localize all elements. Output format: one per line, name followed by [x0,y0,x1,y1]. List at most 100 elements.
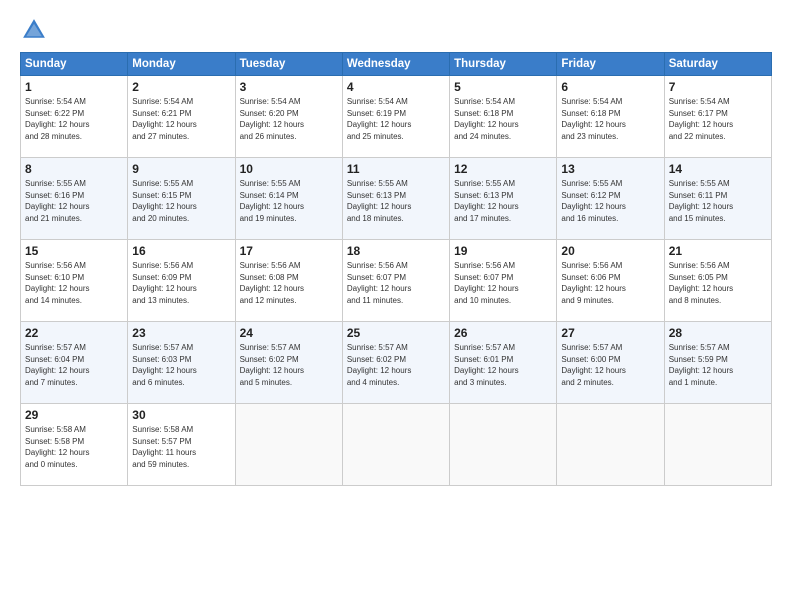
calendar-cell: 19 Sunrise: 5:56 AM Sunset: 6:07 PM Dayli… [450,240,557,322]
calendar-cell: 2 Sunrise: 5:54 AM Sunset: 6:21 PM Daylig… [128,76,235,158]
day-header-monday: Monday [128,53,235,76]
day-info: Sunrise: 5:57 AM Sunset: 6:01 PM Dayligh… [454,342,552,388]
day-number: 16 [132,244,230,258]
calendar-cell: 30 Sunrise: 5:58 AM Sunset: 5:57 PM Dayli… [128,404,235,486]
calendar-cell: 23Sunrise: 5:57 AM Sunset: 6:03 PM Dayli… [128,322,235,404]
day-info: Sunrise: 5:57 AM Sunset: 5:59 PM Dayligh… [669,342,767,388]
day-info: Sunrise: 5:54 AM Sunset: 6:18 PM Dayligh… [454,96,552,142]
calendar-cell: 9 Sunrise: 5:55 AM Sunset: 6:15 PM Daylig… [128,158,235,240]
day-info: Sunrise: 5:56 AM Sunset: 6:06 PM Dayligh… [561,260,659,306]
calendar-cell: 14 Sunrise: 5:55 AM Sunset: 6:11 PM Dayli… [664,158,771,240]
day-info: Sunrise: 5:54 AM Sunset: 6:20 PM Dayligh… [240,96,338,142]
calendar-cell [342,404,449,486]
day-number: 14 [669,162,767,176]
day-number: 22 [25,326,123,340]
calendar-cell: 20 Sunrise: 5:56 AM Sunset: 6:06 PM Dayli… [557,240,664,322]
day-header-friday: Friday [557,53,664,76]
day-number: 13 [561,162,659,176]
calendar-cell: 6 Sunrise: 5:54 AM Sunset: 6:18 PM Daylig… [557,76,664,158]
calendar-table: SundayMondayTuesdayWednesdayThursdayFrid… [20,52,772,486]
calendar-cell: 18 Sunrise: 5:56 AM Sunset: 6:07 PM Dayli… [342,240,449,322]
day-number: 25 [347,326,445,340]
calendar-cell: 4 Sunrise: 5:54 AM Sunset: 6:19 PM Daylig… [342,76,449,158]
day-number: 20 [561,244,659,258]
day-info: Sunrise: 5:55 AM Sunset: 6:15 PM Dayligh… [132,178,230,224]
day-number: 3 [240,80,338,94]
day-header-wednesday: Wednesday [342,53,449,76]
day-number: 19 [454,244,552,258]
calendar-cell: 5 Sunrise: 5:54 AM Sunset: 6:18 PM Daylig… [450,76,557,158]
week-row-4: 29 Sunrise: 5:58 AM Sunset: 5:58 PM Dayli… [21,404,772,486]
day-info: Sunrise: 5:56 AM Sunset: 6:05 PM Dayligh… [669,260,767,306]
day-info: Sunrise: 5:54 AM Sunset: 6:19 PM Dayligh… [347,96,445,142]
day-info: Sunrise: 5:56 AM Sunset: 6:08 PM Dayligh… [240,260,338,306]
calendar-cell: 16 Sunrise: 5:56 AM Sunset: 6:09 PM Dayli… [128,240,235,322]
logo-icon [20,16,48,44]
day-number: 15 [25,244,123,258]
day-info: Sunrise: 5:55 AM Sunset: 6:12 PM Dayligh… [561,178,659,224]
week-row-1: 8 Sunrise: 5:55 AM Sunset: 6:16 PM Daylig… [21,158,772,240]
day-number: 29 [25,408,123,422]
day-info: Sunrise: 5:57 AM Sunset: 6:02 PM Dayligh… [347,342,445,388]
calendar-cell: 10 Sunrise: 5:55 AM Sunset: 6:14 PM Dayli… [235,158,342,240]
day-header-thursday: Thursday [450,53,557,76]
calendar-cell: 3 Sunrise: 5:54 AM Sunset: 6:20 PM Daylig… [235,76,342,158]
header [20,16,772,44]
day-info: Sunrise: 5:55 AM Sunset: 6:13 PM Dayligh… [454,178,552,224]
day-info: Sunrise: 5:57 AM Sunset: 6:02 PM Dayligh… [240,342,338,388]
day-info: Sunrise: 5:56 AM Sunset: 6:09 PM Dayligh… [132,260,230,306]
day-number: 21 [669,244,767,258]
day-number: 2 [132,80,230,94]
calendar-cell: 17Sunrise: 5:56 AM Sunset: 6:08 PM Dayli… [235,240,342,322]
calendar-cell: 7 Sunrise: 5:54 AM Sunset: 6:17 PM Daylig… [664,76,771,158]
page: SundayMondayTuesdayWednesdayThursdayFrid… [0,0,792,612]
calendar-cell: 24 Sunrise: 5:57 AM Sunset: 6:02 PM Dayli… [235,322,342,404]
day-info: Sunrise: 5:55 AM Sunset: 6:11 PM Dayligh… [669,178,767,224]
calendar-cell [664,404,771,486]
week-row-0: 1 Sunrise: 5:54 AM Sunset: 6:22 PM Daylig… [21,76,772,158]
day-info: Sunrise: 5:56 AM Sunset: 6:07 PM Dayligh… [347,260,445,306]
day-info: Sunrise: 5:54 AM Sunset: 6:22 PM Dayligh… [25,96,123,142]
day-info: Sunrise: 5:58 AM Sunset: 5:58 PM Dayligh… [25,424,123,470]
day-info: Sunrise: 5:55 AM Sunset: 6:14 PM Dayligh… [240,178,338,224]
day-number: 28 [669,326,767,340]
day-info: Sunrise: 5:54 AM Sunset: 6:17 PM Dayligh… [669,96,767,142]
day-number: 7 [669,80,767,94]
day-number: 24 [240,326,338,340]
day-number: 1 [25,80,123,94]
day-header-row: SundayMondayTuesdayWednesdayThursdayFrid… [21,53,772,76]
day-number: 5 [454,80,552,94]
day-number: 11 [347,162,445,176]
calendar-cell [450,404,557,486]
day-info: Sunrise: 5:54 AM Sunset: 6:18 PM Dayligh… [561,96,659,142]
day-number: 30 [132,408,230,422]
day-number: 6 [561,80,659,94]
calendar-cell: 25 Sunrise: 5:57 AM Sunset: 6:02 PM Dayli… [342,322,449,404]
day-info: Sunrise: 5:56 AM Sunset: 6:07 PM Dayligh… [454,260,552,306]
day-info: Sunrise: 5:58 AM Sunset: 5:57 PM Dayligh… [132,424,230,470]
day-info: Sunrise: 5:57 AM Sunset: 6:04 PM Dayligh… [25,342,123,388]
day-info: Sunrise: 5:55 AM Sunset: 6:13 PM Dayligh… [347,178,445,224]
day-number: 8 [25,162,123,176]
day-info: Sunrise: 5:54 AM Sunset: 6:21 PM Dayligh… [132,96,230,142]
day-number: 18 [347,244,445,258]
calendar-cell: 22 Sunrise: 5:57 AM Sunset: 6:04 PM Dayli… [21,322,128,404]
calendar-cell: 28 Sunrise: 5:57 AM Sunset: 5:59 PM Dayli… [664,322,771,404]
day-number: 26 [454,326,552,340]
calendar-cell: 21 Sunrise: 5:56 AM Sunset: 6:05 PM Dayli… [664,240,771,322]
day-number: 4 [347,80,445,94]
day-info: Sunrise: 5:55 AM Sunset: 6:16 PM Dayligh… [25,178,123,224]
calendar-cell: 15Sunrise: 5:56 AM Sunset: 6:10 PM Dayli… [21,240,128,322]
day-header-saturday: Saturday [664,53,771,76]
calendar-cell: 26 Sunrise: 5:57 AM Sunset: 6:01 PM Dayli… [450,322,557,404]
calendar-cell [557,404,664,486]
day-info: Sunrise: 5:57 AM Sunset: 6:03 PM Dayligh… [132,342,230,388]
day-number: 9 [132,162,230,176]
calendar-cell: 8 Sunrise: 5:55 AM Sunset: 6:16 PM Daylig… [21,158,128,240]
calendar-cell: 27Sunrise: 5:57 AM Sunset: 6:00 PM Dayli… [557,322,664,404]
day-info: Sunrise: 5:57 AM Sunset: 6:00 PM Dayligh… [561,342,659,388]
day-header-sunday: Sunday [21,53,128,76]
day-header-tuesday: Tuesday [235,53,342,76]
calendar-cell: 12Sunrise: 5:55 AM Sunset: 6:13 PM Dayli… [450,158,557,240]
day-number: 10 [240,162,338,176]
